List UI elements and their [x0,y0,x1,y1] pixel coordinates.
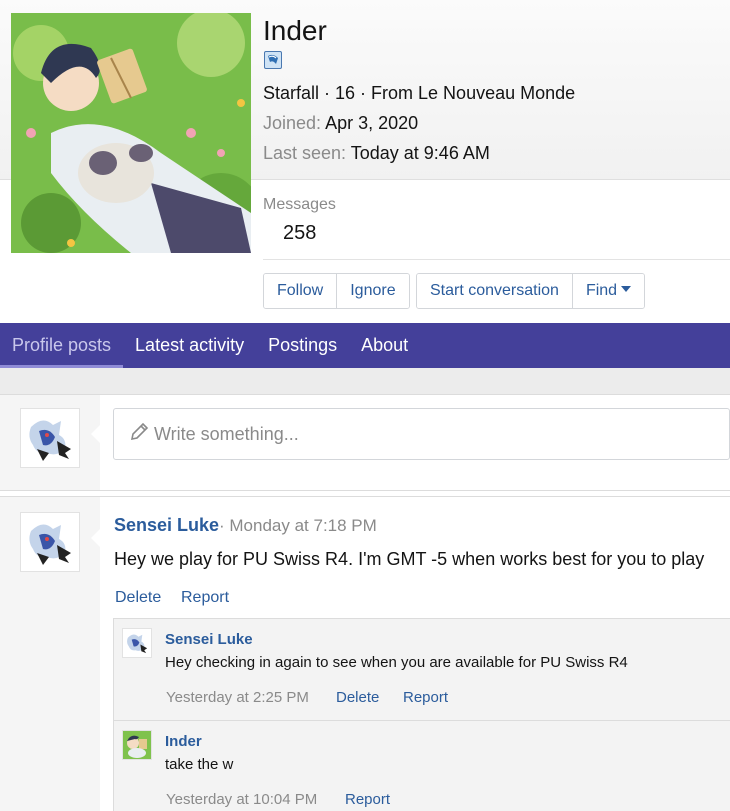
stats-divider [263,259,730,260]
comment-2-body: take the w [165,756,234,773]
post-arrow [91,528,101,548]
composer-avatar[interactable] [20,408,80,468]
follow-ignore-group: Follow Ignore [263,273,410,309]
comment-1-author[interactable]: Sensei Luke [165,631,253,648]
messages-count[interactable]: 258 [283,222,316,245]
comment-1-delete-link[interactable]: Delete [336,689,379,706]
joined-label: Joined: [263,113,322,133]
write-something-input[interactable]: Write something... [113,408,730,460]
tabs-spacer [0,368,730,395]
comment-1-avatar[interactable] [122,628,152,658]
find-label: Find [585,282,618,299]
tab-about[interactable]: About [349,323,420,368]
find-button[interactable]: Find [571,274,645,308]
post-timestamp[interactable]: · Monday at 7:18 PM [219,516,377,536]
comment-2-author[interactable]: Inder [165,733,202,750]
comment-2-avatar[interactable] [122,730,152,760]
tab-profile-posts[interactable]: Profile posts [0,323,124,368]
last-seen-row: Last seen: Today at 9:46 AM [263,143,490,164]
comment-2-report-link[interactable]: Report [345,791,390,808]
pencil-icon [128,421,150,448]
post-body: Hey we play for PU Swiss R4. I'm GMT -5 … [114,549,705,569]
last-seen-label: Last seen: [263,143,347,163]
follow-button[interactable]: Follow [264,274,337,308]
caret-down-icon [621,286,632,292]
profile-blurb: Starfall · 16 · From Le Nouveau Monde [263,83,576,103]
messages-label: Messages [263,196,336,213]
profile-avatar[interactable] [11,13,251,253]
post-delete-link[interactable]: Delete [115,589,161,607]
write-something-placeholder: Write something... [154,423,299,444]
comment-1-report-link[interactable]: Report [403,689,448,706]
profile-header: Inder Starfall · 16 · From Le Nouveau Mo… [0,0,730,323]
post-author[interactable]: Sensei Luke [114,515,219,536]
post-report-link[interactable]: Report [181,589,229,607]
comment-1-timestamp[interactable]: Yesterday at 2:25 PM [166,689,309,706]
last-seen-value: Today at 9:46 AM [350,143,490,163]
profile-name: Inder [263,15,327,46]
joined-row: Joined: Apr 3, 2020 [263,113,418,134]
start-conversation-button[interactable]: Start conversation [417,274,572,308]
post-separator [0,490,730,497]
joined-value: Apr 3, 2020 [325,113,419,133]
comment-2-timestamp[interactable]: Yesterday at 10:04 PM [166,791,317,808]
tab-postings[interactable]: Postings [256,323,349,368]
ignore-button[interactable]: Ignore [336,274,409,308]
comment-divider [113,720,730,721]
rank-badge-icon [264,51,282,69]
post-author-avatar[interactable] [20,512,80,572]
composer-arrow [91,424,101,444]
comment-1-body: Hey checking in again to see when you ar… [165,654,628,671]
tab-latest-activity[interactable]: Latest activity [123,323,256,368]
conversation-find-group: Start conversation Find [416,273,646,309]
profile-tabs: Profile posts Latest activity Postings A… [0,323,730,368]
